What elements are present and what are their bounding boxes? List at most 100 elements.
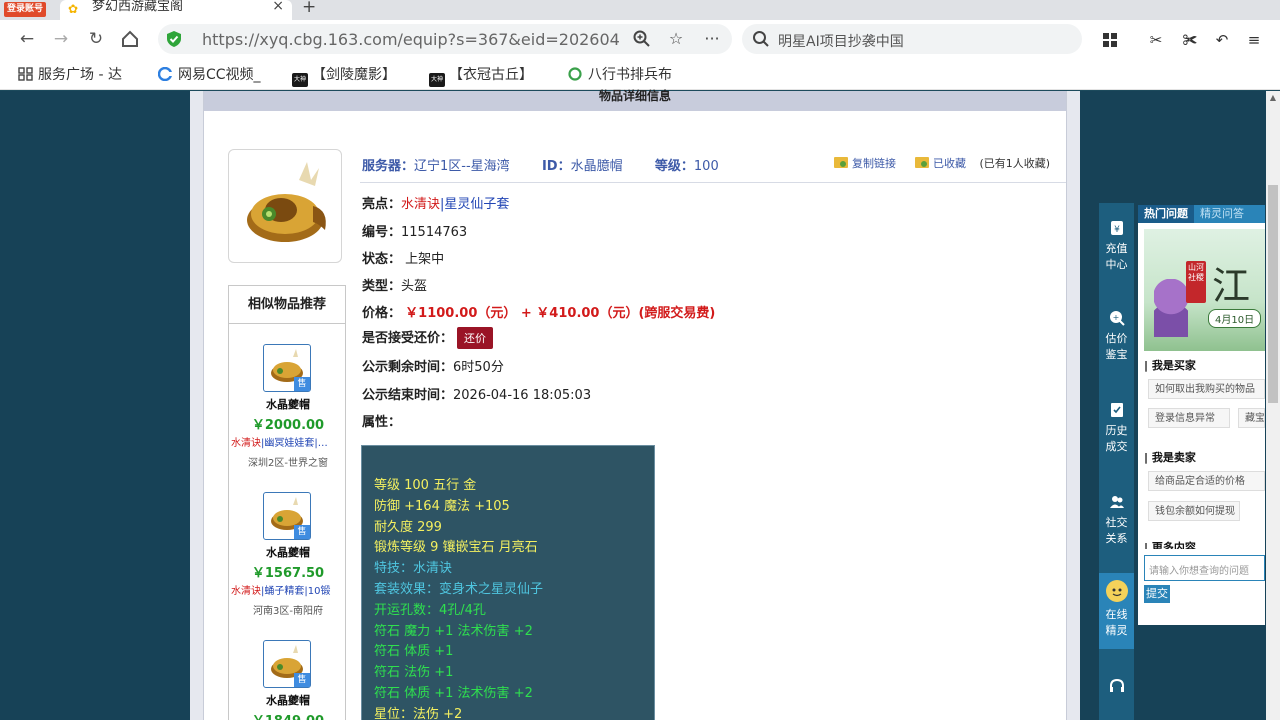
bookmark-service[interactable]: 服务广场 - 达 [18,65,122,85]
similar-item-image[interactable]: 售 [263,492,311,540]
recharge-center-button[interactable]: ¥ 充值 中心 [1099,219,1134,273]
tab-spirit-qa[interactable]: 精灵问答 [1194,205,1250,223]
similar-item-image[interactable]: 售 [263,640,311,688]
cc-watermark: CC直播 [1076,52,1181,87]
tag-set: 幽冥娃娃套 [264,438,315,449]
scroll-thumb[interactable] [1268,185,1278,403]
search-text: 明星AI项目抄袭中国 [778,34,904,50]
similar-item-image[interactable]: 售 [263,344,311,392]
stat-line: 锻炼等级 9 镶嵌宝石 月亮石 [374,540,538,556]
status-row: 状态： 上架中 [362,248,444,267]
highlight-set: 星灵仙子套 [444,197,510,212]
submit-button[interactable]: 提交 [1144,585,1170,603]
stat-line: 防御 +164 魔法 +105 [374,498,510,514]
similar-item-tags: 水清诀|幽冥娃娃套|… [231,434,347,449]
forward-arrow-icon[interactable]: → [50,28,72,50]
stat-line: 特技：水清诀 [374,561,453,577]
similar-item-name: 水晶夔帽 [266,694,310,707]
nav-label: 充值 [1105,242,1128,255]
status-label: 状态： [362,252,402,267]
undo-icon[interactable]: ↶ [1210,28,1234,52]
nav-label: 在线 [1105,608,1128,621]
end-time-row: 公示结束时间：2026-04-16 18:05:03 [362,384,591,403]
stat-line: 开运孔数：4孔/4孔 [374,602,486,618]
meta-line: 服务器：辽宁1区--星海湾 ID：水晶臆帽 等级：100 [362,155,719,174]
customer-service-button[interactable] [1099,677,1134,699]
similar-item-server: 河南3区-南阳府 [253,606,323,617]
tag-skill: 水清诀 [231,586,261,597]
home-icon[interactable] [119,28,141,50]
apps-grid-icon[interactable] [1098,28,1122,52]
favorited-link[interactable]: 已收藏 [933,157,966,170]
history-icon [1110,403,1123,417]
attributes-label: 属性： [362,415,402,430]
tag-set: 蛹子精套 [264,586,305,597]
page-scrollbar[interactable]: ▲ [1266,91,1280,720]
social-button[interactable]: 社交 关系 [1099,493,1134,547]
zoom-icon[interactable] [630,27,654,51]
attributes-row: 属性： [362,411,401,430]
faq-item[interactable]: 钱包余额如何提现 [1148,501,1240,521]
similar-item[interactable]: 售 水晶夔帽 ￥2000.00 水清诀|幽冥娃娃套|… 深圳2区-世界之窗 [229,344,347,474]
banner-seal: 山河社稷 [1186,261,1206,303]
nav-label: 关系 [1105,532,1128,545]
nav-label: 精灵 [1105,624,1128,637]
history-deals-button[interactable]: 历史 成交 [1099,401,1134,455]
dashen-icon: 大神 [292,73,308,87]
cut-icon[interactable]: ✀ [1178,28,1202,52]
copy-link[interactable]: 复制链接 [852,157,896,170]
type-value: 头盔 [401,279,428,294]
address-bar[interactable]: https://xyq.cbg.163.com/equip?s=367&eid=… [158,24,732,54]
bookmark-label: 服务广场 - 达 [38,67,122,83]
tag-more: |… [314,438,328,449]
page-body: 物品详细信息 服务器：辽宁1区--星海湾 ID：水晶臆帽 等级：100 复制链接… [0,90,1280,720]
similar-item-price: ￥1567.50 [251,566,325,581]
bookmark-label: 【剑陵魔影】 [312,67,396,83]
new-tab-button[interactable]: + [302,0,316,16]
serial-label: 编号： [362,225,402,240]
price-value: ￥1100.00（元） + ￥410.00（元）(跨服交易费) [405,306,716,321]
id-label: ID： [541,159,571,174]
stat-line: 耐久度 299 [374,519,442,535]
buyer-section-title: | 我是买家 [1144,359,1196,372]
faq-item[interactable]: 给商品定合适的价格 [1148,471,1265,491]
reload-icon[interactable]: ↻ [85,28,107,50]
bookmark-yiguan[interactable]: 大神 【衣冠古丘】 [429,65,533,87]
online-spirit-button[interactable]: 在线 精灵 [1099,573,1134,649]
meta-actions: 复制链接 已收藏 (已有1人收藏) [834,155,1050,171]
nav-label: 鉴宝 [1105,348,1128,361]
bookmark-bahang[interactable]: 八行书排兵布 [568,65,672,85]
server-value: 辽宁1区--星海湾 [414,159,510,174]
bookmark-jianling[interactable]: 大神 【剑陵魔影】 [292,65,396,87]
server-label: 服务器： [362,159,415,174]
faq-item[interactable]: 如何取出我购买的物品 [1148,379,1265,399]
scroll-up-icon[interactable]: ▲ [1268,93,1278,103]
active-tab[interactable]: ✿ 梦幻西游藏宝阁 × [60,0,292,20]
back-arrow-icon[interactable]: ← [16,28,38,50]
highlight-label: 亮点： [362,197,402,212]
appraise-icon: + [1109,311,1125,326]
stat-line: 符石 体质 +1 法术伤害 +2 [374,685,533,701]
bookmark-cc[interactable]: 网易CC视频_ [157,65,261,85]
nav-label: 成交 [1105,440,1128,453]
similar-item-name: 水晶夔帽 [266,546,310,559]
appraisal-button[interactable]: + 估价 鉴宝 [1099,309,1134,363]
login-account-badge[interactable]: 登录账号 [4,2,47,17]
serial-row: 编号：11514763 [362,221,467,240]
question-input[interactable]: 请输入你想查询的问题 [1144,555,1265,581]
faq-item[interactable]: 登录信息异常 [1148,408,1230,428]
close-tab-icon[interactable]: × [272,0,284,13]
similar-item[interactable]: 售 水晶夔帽 ￥1849.00 [229,640,347,720]
tab-hot-questions[interactable]: 热门问题 [1138,205,1194,223]
search-box[interactable]: 明星AI项目抄袭中国 [742,24,1082,54]
counter-offer-button[interactable]: 还价 [457,327,494,349]
similar-item[interactable]: 售 水晶夔帽 ￥1567.50 水清诀|蛹子精套|10锻 河南3区-南阳府 [229,492,347,622]
menu-icon[interactable]: ≡ [1242,28,1266,52]
price-label: 价格： [362,306,402,321]
extension-icon[interactable]: ✂ [1144,28,1168,52]
star-icon[interactable]: ☆ [664,27,688,51]
level-value: 100 [693,159,719,174]
faq-item[interactable]: 藏宝 [1238,408,1265,428]
event-banner[interactable]: 山河社稷 江 4月10日 [1144,229,1265,351]
more-dots-icon[interactable]: ··· [700,27,724,51]
